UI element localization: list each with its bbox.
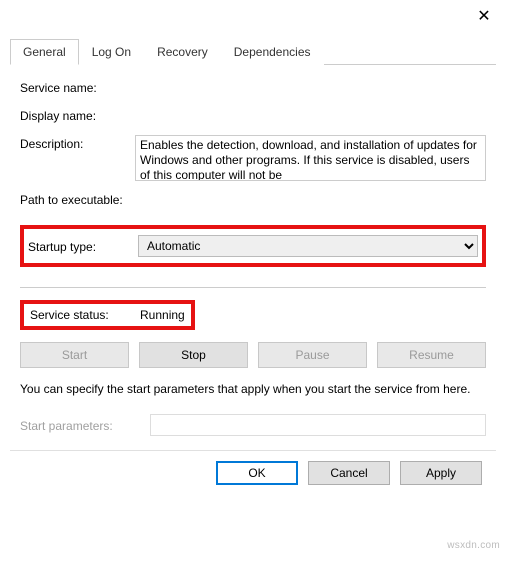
start-parameters-input[interactable] bbox=[150, 414, 486, 436]
hint-text: You can specify the start parameters tha… bbox=[20, 382, 486, 398]
cancel-button[interactable]: Cancel bbox=[308, 461, 390, 485]
label-startup-type: Startup type: bbox=[28, 238, 138, 254]
label-path: Path to executable: bbox=[20, 193, 486, 207]
tab-strip: General Log On Recovery Dependencies bbox=[10, 38, 496, 65]
dialog-footer: OK Cancel Apply bbox=[10, 450, 496, 493]
service-control-buttons: Start Stop Pause Resume bbox=[20, 342, 486, 368]
resume-button[interactable]: Resume bbox=[377, 342, 486, 368]
startup-type-select[interactable]: Automatic bbox=[138, 235, 478, 257]
close-icon[interactable]: ✕ bbox=[474, 6, 494, 26]
description-textbox[interactable]: Enables the detection, download, and ins… bbox=[135, 135, 486, 181]
tab-logon[interactable]: Log On bbox=[79, 39, 144, 65]
label-description: Description: bbox=[20, 135, 135, 151]
stop-button[interactable]: Stop bbox=[139, 342, 248, 368]
pause-button[interactable]: Pause bbox=[258, 342, 367, 368]
label-display-name: Display name: bbox=[20, 107, 135, 123]
apply-button[interactable]: Apply bbox=[400, 461, 482, 485]
label-service-name: Service name: bbox=[20, 79, 135, 95]
tab-general[interactable]: General bbox=[10, 39, 79, 65]
ok-button[interactable]: OK bbox=[216, 461, 298, 485]
start-button[interactable]: Start bbox=[20, 342, 129, 368]
titlebar: ✕ bbox=[0, 0, 506, 32]
divider bbox=[20, 287, 486, 288]
label-service-status: Service status: bbox=[30, 308, 140, 322]
highlight-service-status: Service status: Running bbox=[20, 300, 195, 330]
watermark: wsxdn.com bbox=[447, 540, 500, 551]
properties-dialog: General Log On Recovery Dependencies Ser… bbox=[0, 38, 506, 503]
label-start-parameters: Start parameters: bbox=[20, 417, 150, 433]
highlight-startup-type: Startup type: Automatic bbox=[20, 225, 486, 267]
value-service-status: Running bbox=[140, 308, 185, 322]
tab-recovery[interactable]: Recovery bbox=[144, 39, 221, 65]
tab-panel-general: Service name: Display name: Description:… bbox=[10, 65, 496, 444]
tab-dependencies[interactable]: Dependencies bbox=[221, 39, 324, 65]
